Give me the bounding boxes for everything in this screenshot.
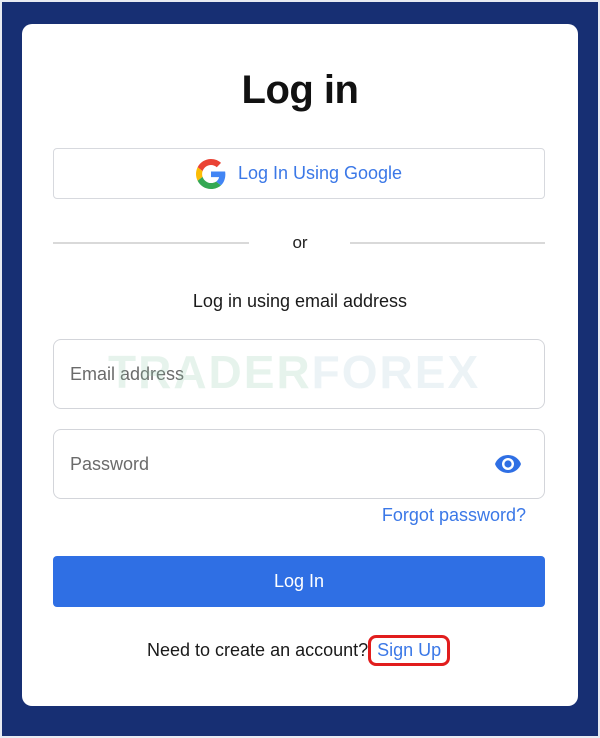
eye-icon[interactable] bbox=[494, 452, 522, 476]
divider-text: or bbox=[292, 233, 308, 252]
watermark-text-b: FOREX bbox=[311, 346, 481, 398]
password-field[interactable] bbox=[53, 429, 545, 499]
divider-left bbox=[53, 242, 249, 244]
watermark-logo: TRADERFOREX bbox=[108, 345, 480, 399]
signup-row: Need to create an account? Sign Up bbox=[147, 635, 451, 666]
signup-link[interactable]: Sign Up bbox=[368, 635, 451, 666]
google-login-label: Log In Using Google bbox=[237, 163, 403, 183]
watermark-text-a: TRADER bbox=[108, 346, 312, 398]
page-title: Log in bbox=[241, 68, 359, 112]
email-section-heading: Log in using email address bbox=[192, 291, 408, 311]
password-input[interactable] bbox=[70, 430, 470, 498]
forgot-password-link[interactable]: Forgot password? bbox=[382, 505, 526, 526]
divider-right bbox=[350, 242, 545, 244]
signup-prompt: Need to create an account? bbox=[147, 640, 369, 660]
google-login-button[interactable]: Log In Using Google bbox=[53, 148, 545, 199]
login-button[interactable]: Log In bbox=[53, 556, 545, 607]
google-g-icon bbox=[195, 158, 226, 189]
